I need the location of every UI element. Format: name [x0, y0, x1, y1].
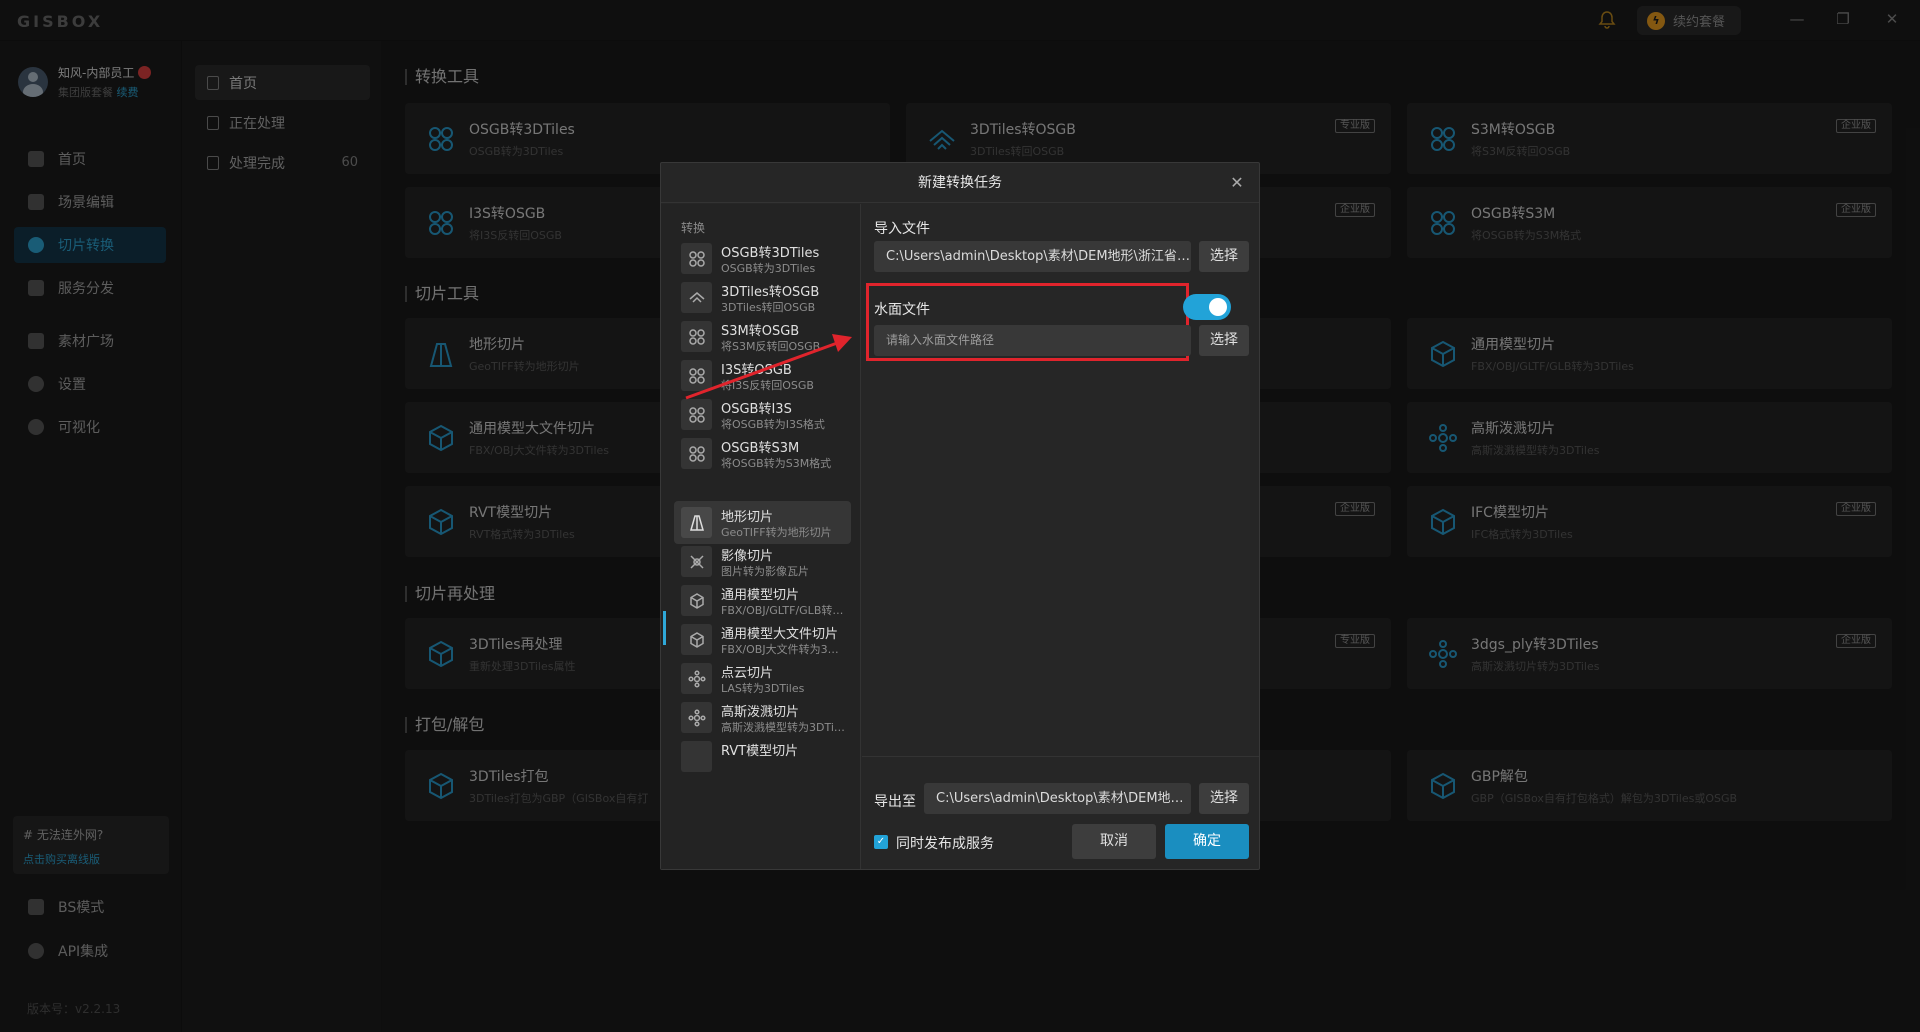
dialog-title: 新建转换任务 — [661, 163, 1259, 203]
publish-label: 同时发布成服务 — [896, 836, 994, 852]
export-label: 导出至 — [874, 794, 916, 810]
water-file-toggle[interactable] — [1183, 294, 1231, 320]
list-item-title: 通用模型切片 — [721, 588, 800, 603]
list-item-title: 3DTiles转OSGB — [721, 285, 820, 300]
list-item[interactable]: 3DTiles转OSGB 3DTiles转回OSGB — [674, 276, 851, 319]
list-item[interactable]: S3M转OSGB 将S3M反转回OSGB — [674, 315, 851, 358]
water-select-button[interactable]: 选择 — [1199, 325, 1249, 356]
task-form: 导入文件 C:\Users\admin\Desktop\素材\DEM地形\浙江省… — [862, 204, 1259, 869]
list-item-subtitle: FBX/OBJ大文件转为3DTiles — [721, 643, 846, 656]
list-item-subtitle: FBX/OBJ/GLTF/GLB转为3DTiles — [721, 604, 846, 617]
list-item-title: 通用模型大文件切片 — [721, 627, 839, 642]
list-item-title: RVT模型切片 — [721, 744, 799, 759]
list-item-selected[interactable]: 地形切片 GeoTIFF转为地形切片 — [674, 501, 851, 544]
list-item[interactable]: 影像切片 图片转为影像瓦片 — [674, 540, 851, 583]
list-item-title: OSGB转S3M — [721, 441, 800, 456]
list-item-subtitle: LAS转为3DTiles — [721, 682, 805, 695]
publish-checkbox[interactable]: ✓ — [874, 835, 888, 849]
list-item-subtitle: OSGB转为3DTiles — [721, 262, 816, 275]
footer-divider — [862, 756, 1259, 757]
water-file-label: 水面文件 — [874, 302, 930, 318]
list-item[interactable]: 通用模型切片FBX/OBJ/GLTF/GLB转为3DTiles — [674, 579, 851, 622]
list-item-title: OSGB转3DTiles — [721, 246, 820, 261]
list-item-subtitle: 将OSGB转为S3M格式 — [721, 457, 832, 470]
list-item-subtitle: 高斯泼溅模型转为3DTiles — [721, 721, 846, 734]
list-item[interactable]: OSGB转S3M 将OSGB转为S3M格式 — [674, 432, 851, 475]
list-item[interactable]: I3S转OSGB 将I3S反转回OSGB — [674, 354, 851, 397]
layers-icon — [681, 282, 712, 313]
convert-tool-icon — [681, 243, 712, 274]
list-item-title: 点云切片 — [721, 666, 774, 681]
list-item[interactable]: 通用模型大文件切片FBX/OBJ大文件转为3DTiles — [674, 618, 851, 661]
list-item[interactable]: OSGB转I3S 将OSGB转为I3S格式 — [674, 393, 851, 436]
import-select-button[interactable]: 选择 — [1199, 241, 1249, 272]
convert-tool-icon — [681, 360, 712, 391]
active-indicator — [663, 611, 666, 645]
list-item[interactable]: RVT模型切片 — [674, 735, 851, 778]
list-item-title: 高斯泼溅切片 — [721, 705, 800, 720]
export-path-input[interactable]: C:\Users\admin\Desktop\素材\DEM地形\output — [924, 783, 1191, 814]
convert-tool-icon — [681, 438, 712, 469]
cube-icon — [681, 624, 712, 655]
new-task-dialog: 新建转换任务 ✕ 转换 切片 OSGB转3DTilesOSGB转为3DTiles… — [660, 162, 1260, 870]
cube-icon — [681, 741, 712, 772]
list-item-subtitle: 将S3M反转回OSGB — [721, 340, 821, 353]
list-item-subtitle: 图片转为影像瓦片 — [721, 565, 809, 578]
image-tile-icon — [681, 546, 712, 577]
list-item-title: S3M转OSGB — [721, 324, 800, 339]
list-item[interactable]: 高斯泼溅切片 高斯泼溅模型转为3DTiles — [674, 696, 851, 739]
list-item-subtitle: 将OSGB转为I3S格式 — [721, 418, 825, 431]
list-item-title: 影像切片 — [721, 549, 774, 564]
confirm-button[interactable]: 确定 — [1165, 824, 1249, 859]
list-item-title: OSGB转I3S — [721, 402, 792, 417]
gauss-icon — [681, 702, 712, 733]
list-item-title: I3S转OSGB — [721, 363, 792, 378]
cube-icon — [681, 585, 712, 616]
list-item[interactable]: OSGB转3DTiles OSGB转为3DTiles — [674, 237, 851, 280]
import-file-input[interactable]: C:\Users\admin\Desktop\素材\DEM地形\浙江省地形.ti… — [874, 241, 1191, 272]
close-icon[interactable]: ✕ — [1227, 173, 1247, 193]
point-cloud-icon — [681, 663, 712, 694]
group-label-convert: 转换 — [681, 221, 706, 235]
terrain-icon — [681, 507, 712, 538]
list-item-subtitle: GeoTIFF转为地形切片 — [721, 526, 832, 539]
import-file-label: 导入文件 — [874, 221, 930, 237]
list-item-subtitle: 3DTiles转回OSGB — [721, 301, 816, 314]
list-item[interactable]: 点云切片 LAS转为3DTiles — [674, 657, 851, 700]
list-item-subtitle: 将I3S反转回OSGB — [721, 379, 814, 392]
water-file-input[interactable]: 请输入水面文件路径 — [874, 325, 1191, 356]
convert-tool-icon — [681, 321, 712, 352]
list-item-title: 地形切片 — [721, 510, 774, 525]
convert-tool-icon — [681, 399, 712, 430]
export-select-button[interactable]: 选择 — [1199, 783, 1249, 814]
task-type-list[interactable]: 转换 切片 OSGB转3DTilesOSGB转为3DTiles 3DTiles转… — [661, 204, 861, 869]
cancel-button[interactable]: 取消 — [1072, 824, 1156, 859]
